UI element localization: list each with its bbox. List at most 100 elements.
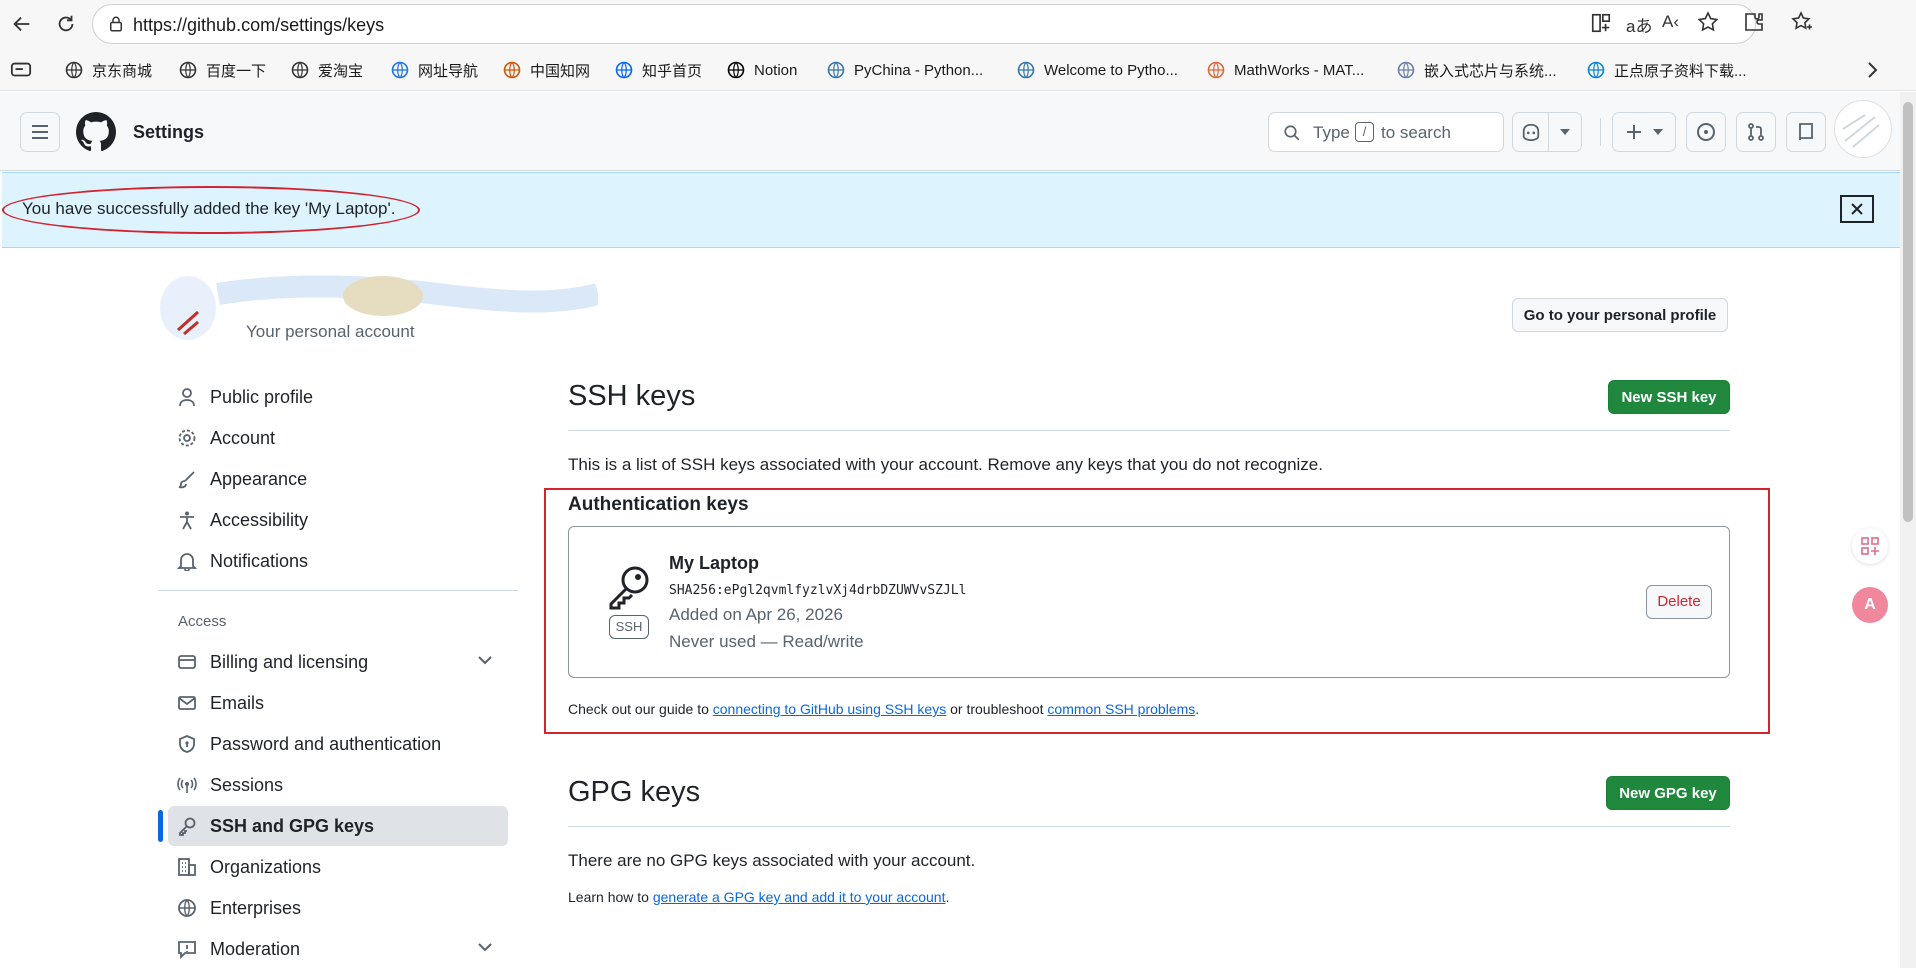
copilot-icon	[1513, 122, 1548, 142]
sidebar-item-label: Billing and licensing	[210, 651, 369, 672]
sidebar-item-label: Account	[210, 427, 276, 448]
python-icon	[1016, 60, 1036, 80]
sidebar-item-account[interactable]: Account	[168, 418, 508, 458]
bookmark-label: Welcome to Pytho...	[1044, 61, 1178, 79]
close-icon[interactable]	[1840, 195, 1874, 223]
pull-requests-icon[interactable]	[1736, 112, 1776, 152]
caret-down-icon	[1653, 129, 1663, 135]
bell-icon	[176, 550, 198, 572]
search-placeholder-suffix: to search	[1381, 123, 1451, 142]
learn-suffix: .	[945, 889, 950, 905]
sidebar-item-password-and-authentication[interactable]: Password and authentication	[168, 724, 508, 764]
bookmark-item[interactable]: PyChina - Python...	[826, 58, 983, 82]
gpg-description: There are no GPG keys associated with yo…	[568, 851, 976, 870]
sidebar-item-billing-and-licensing[interactable]: Billing and licensing	[168, 642, 508, 682]
bookmark-item[interactable]: 中国知网	[502, 58, 590, 82]
github-logo-icon[interactable]	[76, 112, 116, 152]
gpg-divider	[568, 826, 1730, 827]
ssh-badge: SSH	[609, 615, 649, 639]
sidebar-item-moderation[interactable]: Moderation	[168, 929, 508, 969]
split-screen-icon[interactable]	[1590, 12, 1612, 34]
ssh-problems-link[interactable]: common SSH problems	[1047, 701, 1195, 717]
sidebar-item-public-profile[interactable]: Public profile	[168, 377, 508, 417]
search-input[interactable]: Type / to search	[1268, 112, 1504, 152]
search-shortcut-key: /	[1355, 122, 1374, 142]
sidebar-item-emails[interactable]: Emails	[168, 683, 508, 723]
bookmark-item[interactable]: 知乎首页	[614, 58, 702, 82]
caret-down-icon	[1549, 129, 1581, 135]
bookmark-item[interactable]: 嵌入式芯片与系统...	[1396, 58, 1557, 82]
read-aloud-icon[interactable]: A‹	[1662, 12, 1679, 32]
report-icon	[176, 938, 198, 960]
back-arrow-icon[interactable]	[8, 10, 36, 38]
ssh-guide-link[interactable]: connecting to GitHub using SSH keys	[713, 701, 946, 717]
reload-icon[interactable]	[52, 10, 80, 38]
search-icon	[1283, 124, 1301, 142]
bookmark-label: 百度一下	[206, 62, 267, 80]
reading-view-icon[interactable]	[10, 60, 32, 80]
favorite-star-icon[interactable]	[1696, 10, 1720, 34]
repositories-icon[interactable]	[1786, 112, 1826, 152]
sidebar-item-label: Appearance	[210, 468, 308, 489]
page-scrollbar[interactable]	[1900, 92, 1916, 968]
hamburger-menu-icon[interactable]	[20, 112, 60, 152]
bookmark-item[interactable]: 爱淘宝	[290, 58, 363, 82]
extensions-icon[interactable]	[1742, 10, 1766, 34]
globe-icon	[64, 60, 84, 80]
sidebar-item-enterprises[interactable]: Enterprises	[168, 888, 508, 928]
active-indicator	[158, 810, 163, 842]
key-icon	[176, 815, 198, 837]
bookmark-item[interactable]: Notion	[726, 58, 797, 82]
chevron-right-icon[interactable]	[1862, 58, 1882, 82]
auth-keys-heading: Authentication keys	[568, 494, 749, 515]
go-to-profile-button[interactable]: Go to your personal profile	[1512, 298, 1728, 332]
new-gpg-key-button[interactable]: New GPG key	[1606, 776, 1730, 810]
favorites-icon[interactable]	[1790, 10, 1814, 34]
chevron-down-icon	[478, 656, 492, 665]
bookmark-label: Notion	[754, 61, 798, 79]
sidebar-item-appearance[interactable]: Appearance	[168, 459, 508, 499]
person-icon	[176, 386, 198, 408]
create-new-button[interactable]	[1612, 112, 1676, 152]
sidebar-item-notifications[interactable]: Notifications	[168, 541, 508, 581]
gpg-generate-link[interactable]: generate a GPG key and add it to your ac…	[653, 889, 946, 905]
zhihu-icon	[614, 60, 634, 80]
issues-icon[interactable]	[1686, 112, 1726, 152]
bookmark-label: PyChina - Python...	[854, 61, 984, 79]
sidebar-item-organizations[interactable]: Organizations	[168, 847, 508, 887]
key-name: My Laptop	[669, 553, 759, 573]
credit-card-icon	[176, 651, 198, 673]
new-ssh-key-button[interactable]: New SSH key	[1608, 380, 1730, 414]
sogou-icon	[390, 60, 410, 80]
bookmark-item[interactable]: Welcome to Pytho...	[1016, 58, 1178, 82]
bookmark-item[interactable]: 网址导航	[390, 58, 478, 82]
sidebar-item-sessions[interactable]: Sessions	[168, 765, 508, 805]
globe-icon	[178, 60, 198, 80]
ssh-section-title: SSH keys	[568, 380, 696, 412]
bookmark-label: 嵌入式芯片与系统...	[1424, 62, 1557, 80]
apps-floating-icon[interactable]	[1852, 528, 1888, 564]
translate-icon[interactable]: aあ	[1626, 12, 1652, 37]
sidebar-item-accessibility[interactable]: Accessibility	[168, 500, 508, 540]
bookmark-item[interactable]: MathWorks - MAT...	[1206, 58, 1364, 82]
delete-key-button[interactable]: Delete	[1646, 585, 1712, 619]
bookmark-item[interactable]: 正点原子资料下载...	[1586, 58, 1747, 82]
bookmark-item[interactable]: 京东商城	[64, 58, 152, 82]
bookmark-item[interactable]: 百度一下	[178, 58, 266, 82]
cnki-icon	[502, 60, 522, 80]
guide-prefix: Check out our guide to	[568, 701, 709, 717]
translate-floating-icon[interactable]: A	[1852, 587, 1888, 623]
guide-middle: or troubleshoot	[950, 701, 1044, 717]
copilot-button[interactable]	[1512, 112, 1582, 152]
plus-icon	[1625, 123, 1643, 141]
account-subtitle: Your personal account	[246, 322, 415, 341]
success-flash-banner: You have successfully added the key 'My …	[2, 172, 1900, 248]
avatar[interactable]	[1834, 100, 1892, 158]
mail-icon	[176, 692, 198, 714]
bookmark-label: 京东商城	[92, 62, 153, 80]
search-placeholder: Type	[1313, 123, 1350, 142]
sidebar-item-label: Organizations	[210, 856, 322, 877]
address-bar[interactable]: https://github.com/settings/keys	[92, 4, 1756, 44]
sidebar-item-label: Password and authentication	[210, 733, 442, 754]
sidebar-item-ssh-and-gpg-keys[interactable]: SSH and GPG keys	[168, 806, 508, 846]
